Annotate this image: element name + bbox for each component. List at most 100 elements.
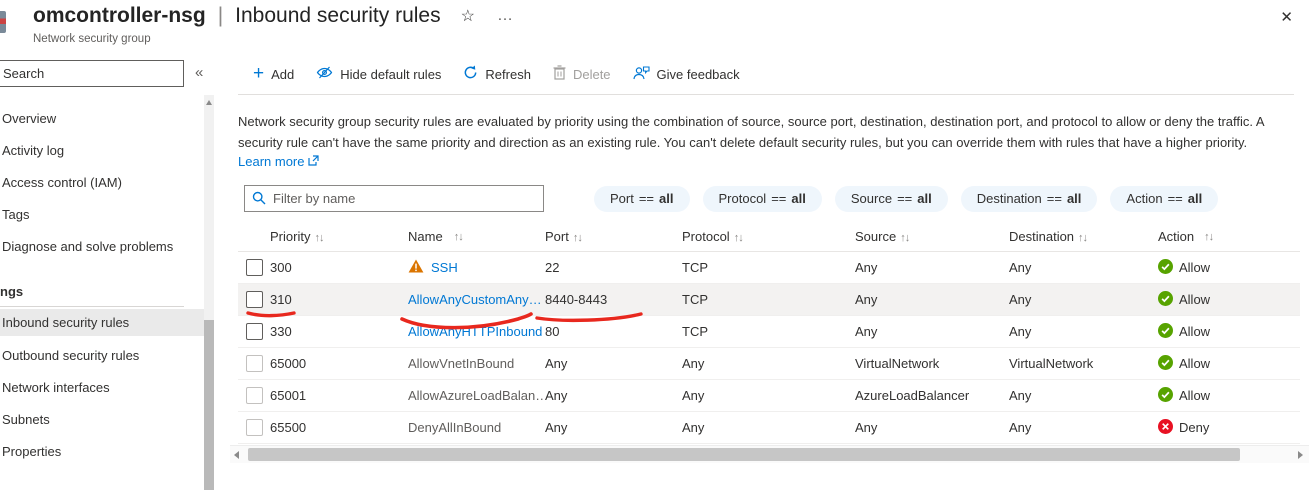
action-label: Allow <box>1179 356 1210 371</box>
filter-bar: Port==all Protocol==all Source==all Dest… <box>244 185 1309 212</box>
table-row[interactable]: 300 SSH 22 TCP Any Any Allow <box>238 252 1300 284</box>
warning-icon <box>408 259 424 276</box>
resource-icon <box>0 11 6 33</box>
table-row[interactable]: 65500 DenyAllInBound Any Any Any Any Den… <box>238 412 1300 444</box>
filter-pill-port[interactable]: Port==all <box>594 186 690 212</box>
refresh-icon <box>463 65 478 83</box>
sidebar-item-diagnose[interactable]: Diagnose and solve problems <box>0 230 204 262</box>
filter-pill-protocol[interactable]: Protocol==all <box>703 186 822 212</box>
row-checkbox[interactable] <box>246 323 263 340</box>
page-subtitle-section: Inbound security rules <box>235 4 440 28</box>
rule-name[interactable]: AllowAzureLoadBalan… <box>408 388 545 403</box>
toolbar-divider <box>238 94 1294 95</box>
rules-table: Priority↑↓ Name↑↓ Port↑↓ Protocol↑↓ Sour… <box>238 222 1300 444</box>
filter-pill-source[interactable]: Source==all <box>835 186 948 212</box>
row-checkbox[interactable] <box>246 259 263 276</box>
sort-icon: ↑↓ <box>900 232 909 244</box>
sidebar-item-outbound-rules[interactable]: Outbound security rules <box>0 339 204 371</box>
hide-default-rules-button[interactable]: Hide default rules <box>316 65 441 83</box>
filter-pill-action[interactable]: Action==all <box>1110 186 1218 212</box>
row-checkbox[interactable] <box>246 387 263 404</box>
refresh-button[interactable]: Refresh <box>463 65 531 83</box>
more-menu-icon[interactable]: … <box>497 7 514 25</box>
sidebar-item-tags[interactable]: Tags <box>0 198 204 230</box>
sort-icon: ↑↓ <box>573 232 582 244</box>
allow-status-icon <box>1158 355 1173 373</box>
column-header-source[interactable]: Source↑↓ <box>855 229 1009 244</box>
add-button[interactable]: + Add <box>253 66 294 83</box>
sort-icon: ↑↓ <box>734 232 743 244</box>
rule-name-link[interactable]: SSH <box>431 260 458 275</box>
rule-name-link[interactable]: AllowAnyHTTPInbound <box>408 324 542 339</box>
action-label: Allow <box>1179 324 1210 339</box>
scrollbar-thumb[interactable] <box>204 320 214 490</box>
page-title: omcontroller-nsg <box>33 4 206 28</box>
page-header: omcontroller-nsg | Inbound security rule… <box>0 0 1309 56</box>
filter-pill-destination[interactable]: Destination==all <box>961 186 1098 212</box>
learn-more-link[interactable]: Learn more <box>238 154 319 169</box>
sort-icon: ↑↓ <box>1078 232 1087 244</box>
close-icon[interactable]: ✕ <box>1280 8 1293 26</box>
resource-type-label: Network security group <box>33 33 151 45</box>
horizontal-scrollbar[interactable] <box>230 445 1309 463</box>
collapse-sidebar-icon[interactable]: « <box>195 64 203 81</box>
sidebar-divider <box>0 306 184 307</box>
eye-slash-icon <box>316 65 333 83</box>
scrollbar-thumb[interactable] <box>248 448 1240 461</box>
scrollbar-left-arrow-icon[interactable] <box>234 451 239 459</box>
page-description: Network security group security rules ar… <box>238 112 1296 153</box>
table-header-row: Priority↑↓ Name↑↓ Port↑↓ Protocol↑↓ Sour… <box>238 222 1300 252</box>
table-row[interactable]: 330 AllowAnyHTTPInbound 80 TCP Any Any A… <box>238 316 1300 348</box>
external-link-icon <box>308 154 319 169</box>
rule-name[interactable]: AllowVnetInBound <box>408 356 514 371</box>
sort-icon: ↑↓ <box>454 231 463 243</box>
scrollbar-up-arrow-icon[interactable] <box>204 95 214 110</box>
rule-name-link[interactable]: AllowAnyCustomAnyI… <box>408 292 545 307</box>
sidebar-item-inbound-rules[interactable]: Inbound security rules <box>0 309 205 336</box>
trash-icon <box>553 65 566 83</box>
allow-status-icon <box>1158 387 1173 405</box>
column-header-name[interactable]: Name↑↓ <box>408 229 545 244</box>
column-header-destination[interactable]: Destination↑↓ <box>1009 229 1158 244</box>
table-row[interactable]: 65001 AllowAzureLoadBalan… Any Any Azure… <box>238 380 1300 412</box>
row-checkbox[interactable] <box>246 291 263 308</box>
title-separator: | <box>216 4 225 28</box>
table-row[interactable]: 65000 AllowVnetInBound Any Any VirtualNe… <box>238 348 1300 380</box>
sidebar-item-overview[interactable]: Overview <box>0 102 204 134</box>
sidebar-item-network-interfaces[interactable]: Network interfaces <box>0 371 204 403</box>
column-header-priority[interactable]: Priority↑↓ <box>270 229 408 244</box>
toolbar: + Add Hide default rules Refresh Delete <box>238 58 1309 90</box>
main-content: + Add Hide default rules Refresh Delete <box>238 58 1309 463</box>
row-checkbox[interactable] <box>246 355 263 372</box>
column-header-action[interactable]: Action↑↓ <box>1158 229 1300 244</box>
search-icon <box>252 191 266 210</box>
sidebar-item-access-control[interactable]: Access control (IAM) <box>0 166 204 198</box>
filter-by-name-input[interactable] <box>244 185 544 212</box>
action-label: Allow <box>1179 292 1210 307</box>
sidebar-item-subnets[interactable]: Subnets <box>0 403 204 435</box>
action-label: Deny <box>1179 420 1209 435</box>
sidebar-item-activity-log[interactable]: Activity log <box>0 134 204 166</box>
search-input[interactable] <box>0 60 184 87</box>
sidebar-scrollbar[interactable] <box>204 95 214 463</box>
deny-status-icon <box>1158 419 1173 437</box>
table-row[interactable]: 310 AllowAnyCustomAnyI… 8440-8443 TCP An… <box>238 284 1300 316</box>
give-feedback-button[interactable]: Give feedback <box>633 65 740 83</box>
sidebar: « Overview Activity log Access control (… <box>0 58 216 463</box>
allow-status-icon <box>1158 323 1173 341</box>
scrollbar-right-arrow-icon[interactable] <box>1298 451 1303 459</box>
sort-icon: ↑↓ <box>314 232 323 244</box>
column-header-protocol[interactable]: Protocol↑↓ <box>682 229 855 244</box>
favorite-star-icon[interactable]: ☆ <box>461 6 475 26</box>
rule-name[interactable]: DenyAllInBound <box>408 420 501 435</box>
row-checkbox[interactable] <box>246 419 263 436</box>
sort-icon: ↑↓ <box>1204 231 1213 243</box>
delete-button[interactable]: Delete <box>553 65 611 83</box>
allow-status-icon <box>1158 291 1173 309</box>
plus-icon: + <box>253 64 264 83</box>
column-header-port[interactable]: Port↑↓ <box>545 229 682 244</box>
action-label: Allow <box>1179 260 1210 275</box>
action-label: Allow <box>1179 388 1210 403</box>
sidebar-item-properties[interactable]: Properties <box>0 435 204 467</box>
feedback-icon <box>633 65 650 83</box>
